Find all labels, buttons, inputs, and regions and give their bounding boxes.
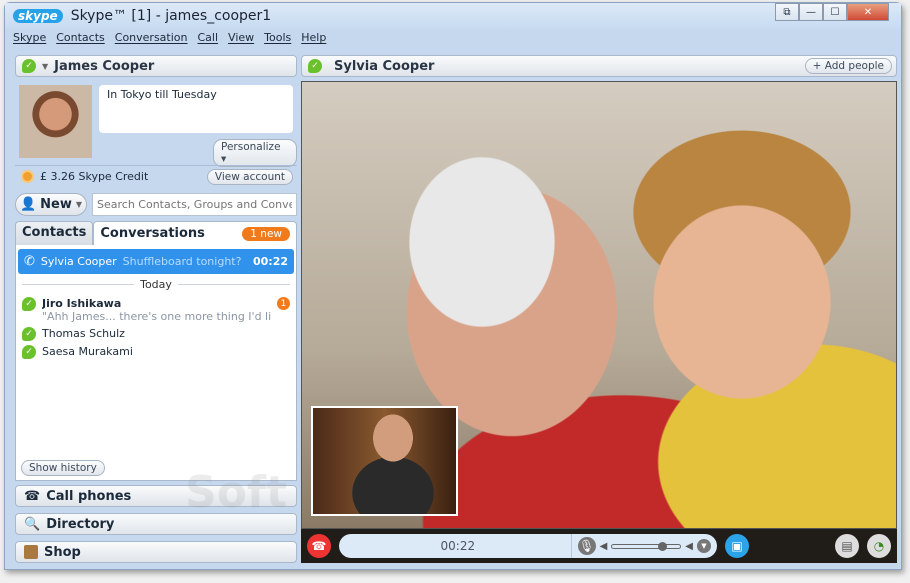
menu-conversation[interactable]: Conversation: [115, 31, 188, 44]
mute-microphone-button[interactable]: 🎙: [577, 537, 596, 555]
hang-up-button[interactable]: ☎: [307, 534, 331, 558]
contact-name: Jiro Ishikawa: [42, 297, 122, 310]
call-panel: ✓ Sylvia Cooper + Add people ☎ 00:22 🎙 ◀…: [301, 55, 897, 563]
list-item[interactable]: ✓ Saesa Murakami: [16, 343, 296, 361]
phone-icon: ✆: [24, 254, 35, 269]
profile-header[interactable]: ✓ ▼ James Cooper: [15, 55, 297, 77]
online-status-icon: ✓: [22, 327, 36, 341]
personalize-label: Personalize: [221, 141, 281, 153]
view-account-button[interactable]: View account: [206, 168, 293, 185]
volume-high-icon: ◀: [685, 540, 693, 552]
menu-bar: Skype Contacts Conversation Call View To…: [13, 31, 326, 44]
self-video-preview[interactable]: [311, 406, 458, 516]
conversation-list: ✆ Sylvia Cooper Shuffleboard tonight? 00…: [15, 245, 297, 481]
add-people-button[interactable]: + Add people: [804, 58, 892, 74]
title-bar: skype Skype™ [1] - james_cooper1 ⧉ — ☐ ✕: [5, 3, 901, 29]
skype-window: skype Skype™ [1] - james_cooper1 ⧉ — ☐ ✕…: [4, 2, 902, 570]
call-timer: 00:22: [440, 539, 476, 553]
today-label: Today: [140, 278, 172, 291]
directory-label: Directory: [46, 516, 115, 532]
online-status-icon[interactable]: ✓: [22, 59, 36, 73]
volume-slider-knob[interactable]: [658, 541, 668, 551]
search-input[interactable]: [92, 193, 297, 216]
skype-logo: skype: [13, 9, 63, 23]
list-item[interactable]: ✓ Thomas Schulz: [16, 325, 296, 343]
tab-contacts[interactable]: Contacts: [15, 221, 94, 245]
profile-name: James Cooper: [54, 58, 155, 74]
active-call-duration: 00:22: [252, 255, 288, 268]
restore-compact-button[interactable]: ⧉: [775, 3, 799, 21]
remote-video: [301, 81, 897, 529]
credit-coin-icon: [21, 170, 34, 183]
call-controls: ☎ 00:22 🎙 ◀ ◀ ▼ ▣ ▤ ◔: [301, 529, 897, 563]
shop-button[interactable]: Shop: [15, 541, 297, 563]
close-button[interactable]: ✕: [847, 3, 889, 21]
active-call-item[interactable]: ✆ Sylvia Cooper Shuffleboard tonight? 00…: [18, 249, 294, 274]
personalize-button[interactable]: Personalize ▾: [213, 139, 297, 167]
tab-conversations[interactable]: Conversations 1 new: [93, 221, 297, 245]
contact-name: Thomas Schulz: [42, 327, 125, 340]
online-status-icon: ✓: [22, 297, 36, 311]
new-button[interactable]: 👤 New ▼: [15, 193, 87, 216]
left-panel: ✓ ▼ James Cooper In Tokyo till Tuesday P…: [15, 55, 297, 563]
credit-text: £ 3.26 Skype Credit: [40, 170, 149, 183]
online-status-icon: ✓: [22, 345, 36, 359]
last-message: "Ahh James... there's one more thing I'd…: [42, 310, 271, 323]
call-status-bar: 00:22 🎙 ◀ ◀ ▼: [339, 534, 717, 558]
shop-label: Shop: [44, 544, 81, 560]
maximize-button[interactable]: ☐: [823, 3, 847, 21]
chevron-down-icon: ▼: [75, 200, 83, 209]
call-phones-label: Call phones: [46, 488, 132, 504]
status-chevron-icon[interactable]: ▼: [42, 62, 48, 71]
call-header: ✓ Sylvia Cooper + Add people: [301, 55, 897, 77]
minimize-button[interactable]: —: [799, 3, 823, 21]
menu-skype[interactable]: Skype: [13, 31, 46, 44]
mood-message[interactable]: In Tokyo till Tuesday: [99, 85, 293, 133]
menu-help[interactable]: Help: [301, 31, 326, 44]
list-item[interactable]: ✓ Jiro Ishikawa "Ahh James... there's one…: [16, 295, 296, 325]
window-title: Skype™ [1] - james_cooper1: [70, 8, 272, 24]
show-history-button[interactable]: Show history: [21, 460, 105, 476]
volume-slider[interactable]: [611, 541, 682, 551]
chat-button[interactable]: ▤: [835, 534, 859, 558]
tab-conversations-label: Conversations: [100, 226, 205, 241]
active-call-name: Sylvia Cooper: [40, 255, 117, 268]
unread-count: 1: [277, 297, 290, 310]
call-quality-button[interactable]: ◔: [867, 534, 891, 558]
new-badge: 1 new: [242, 226, 290, 241]
menu-tools[interactable]: Tools: [264, 31, 291, 44]
skype-credit: £ 3.26 Skype Credit View account: [15, 165, 297, 187]
menu-call[interactable]: Call: [198, 31, 219, 44]
contact-name: Saesa Murakami: [42, 345, 133, 358]
add-contact-icon: 👤: [19, 197, 37, 212]
add-people-label: Add people: [824, 60, 884, 72]
active-call-message: Shuffleboard tonight?: [122, 255, 242, 268]
today-divider: Today: [22, 278, 291, 291]
menu-view[interactable]: View: [228, 31, 254, 44]
call-contact-name: Sylvia Cooper: [334, 58, 435, 74]
profile-avatar[interactable]: [19, 85, 92, 158]
new-label: New: [40, 197, 72, 212]
volume-low-icon: ◀: [599, 540, 608, 552]
call-options-dropdown[interactable]: ▼: [697, 539, 711, 553]
magnifier-icon: 🔍: [24, 516, 41, 532]
shopping-bag-icon: [24, 545, 38, 559]
online-status-icon: ✓: [308, 59, 322, 73]
watermark: Soft: [185, 467, 288, 518]
telephone-icon: ☎: [24, 488, 41, 504]
video-toggle-button[interactable]: ▣: [725, 534, 749, 558]
menu-contacts[interactable]: Contacts: [56, 31, 105, 44]
